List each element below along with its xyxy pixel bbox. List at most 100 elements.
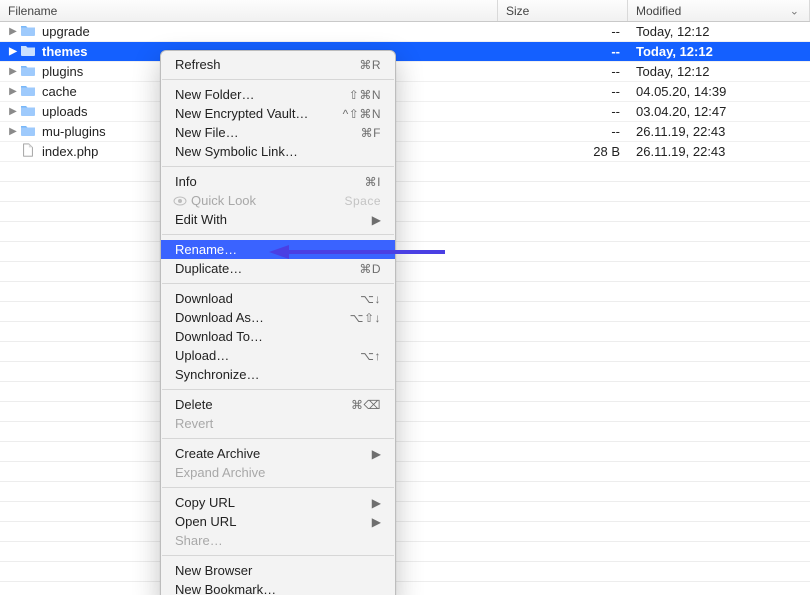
file-name: themes: [42, 44, 88, 59]
menu-item-label: Download As…: [175, 310, 350, 325]
column-header-size[interactable]: Size: [498, 0, 628, 21]
context-menu: Refresh⌘RNew Folder…⇧⌘NNew Encrypted Vau…: [160, 50, 396, 595]
menu-item-label: Expand Archive: [175, 465, 381, 480]
file-name: upgrade: [42, 24, 90, 39]
disclosure-triangle-icon[interactable]: ▶: [8, 46, 18, 57]
menu-item-info[interactable]: Info⌘I: [161, 172, 395, 191]
menu-item-rename[interactable]: Rename…: [161, 240, 395, 259]
menu-separator: [162, 555, 394, 556]
menu-item-shortcut: ⇧⌘N: [349, 88, 381, 102]
folder-icon: [20, 123, 36, 140]
menu-item-label: Duplicate…: [175, 261, 359, 276]
menu-item-shortcut: ⌥↑: [360, 349, 381, 363]
menu-item-synchronize[interactable]: Synchronize…: [161, 365, 395, 384]
disclosure-triangle-icon[interactable]: ▶: [8, 126, 18, 137]
folder-icon: [20, 63, 36, 80]
cell-modified: Today, 12:12: [628, 44, 810, 59]
menu-separator: [162, 234, 394, 235]
menu-item-shortcut: ⌥↓: [360, 292, 381, 306]
menu-separator: [162, 389, 394, 390]
menu-item-refresh[interactable]: Refresh⌘R: [161, 55, 395, 74]
disclosure-triangle-icon[interactable]: ▶: [8, 106, 18, 117]
menu-item-new-encrypted-vault[interactable]: New Encrypted Vault…^⇧⌘N: [161, 104, 395, 123]
menu-item-new-bookmark[interactable]: New Bookmark…: [161, 580, 395, 595]
folder-icon: [20, 83, 36, 100]
menu-item-revert: Revert: [161, 414, 395, 433]
cell-modified: Today, 12:12: [628, 24, 810, 39]
menu-item-label: Share…: [175, 533, 381, 548]
submenu-arrow-icon: ▶: [372, 447, 381, 461]
eye-icon: [173, 196, 189, 206]
folder-row[interactable]: ▶upgrade--Today, 12:12: [0, 22, 810, 42]
menu-separator: [162, 79, 394, 80]
folder-row[interactable]: ▶plugins--Today, 12:12: [0, 62, 810, 82]
submenu-arrow-icon: ▶: [372, 213, 381, 227]
menu-separator: [162, 166, 394, 167]
file-name: index.php: [42, 144, 98, 159]
menu-item-delete[interactable]: Delete⌘⌫: [161, 395, 395, 414]
column-header-label: Modified: [636, 4, 681, 18]
menu-item-shortcut: ⌘F: [361, 126, 381, 140]
menu-item-label: Refresh: [175, 57, 359, 72]
cell-size: --: [498, 44, 628, 59]
disclosure-triangle-icon[interactable]: ▶: [8, 86, 18, 97]
menu-item-create-archive[interactable]: Create Archive▶: [161, 444, 395, 463]
menu-item-new-browser[interactable]: New Browser: [161, 561, 395, 580]
menu-item-label: Rename…: [175, 242, 381, 257]
menu-item-download-to[interactable]: Download To…: [161, 327, 395, 346]
menu-item-label: Quick Look: [191, 193, 344, 208]
menu-item-shortcut: ⌘D: [359, 262, 381, 276]
menu-item-label: Open URL: [175, 514, 372, 529]
column-header-label: Filename: [8, 4, 57, 18]
folder-row[interactable]: ▶uploads--03.04.20, 12:47: [0, 102, 810, 122]
menu-item-label: New Bookmark…: [175, 582, 381, 595]
folder-icon: [20, 103, 36, 120]
menu-item-label: New Folder…: [175, 87, 349, 102]
cell-modified: Today, 12:12: [628, 64, 810, 79]
menu-item-shortcut: Space: [344, 194, 381, 208]
menu-item-label: Download: [175, 291, 360, 306]
sort-indicator-icon: ⌄: [790, 4, 799, 17]
submenu-arrow-icon: ▶: [372, 496, 381, 510]
menu-item-label: New Browser: [175, 563, 381, 578]
menu-item-label: Info: [175, 174, 365, 189]
cell-modified: 26.11.19, 22:43: [628, 144, 810, 159]
disclosure-triangle-icon[interactable]: ▶: [8, 26, 18, 37]
menu-item-upload[interactable]: Upload…⌥↑: [161, 346, 395, 365]
menu-item-new-symbolic-link[interactable]: New Symbolic Link…: [161, 142, 395, 161]
menu-item-label: New Encrypted Vault…: [175, 106, 343, 121]
column-headers: Filename Size Modified ⌄: [0, 0, 810, 22]
column-header-modified[interactable]: Modified ⌄: [628, 0, 810, 21]
column-header-filename[interactable]: Filename: [0, 0, 498, 21]
folder-row[interactable]: ▶ themes --Today, 12:12: [0, 42, 810, 62]
menu-item-label: Revert: [175, 416, 381, 431]
menu-separator: [162, 438, 394, 439]
menu-item-download-as[interactable]: Download As…⌥⇧↓: [161, 308, 395, 327]
menu-item-label: Edit With: [175, 212, 372, 227]
menu-item-edit-with[interactable]: Edit With▶: [161, 210, 395, 229]
menu-item-expand-archive: Expand Archive: [161, 463, 395, 482]
submenu-arrow-icon: ▶: [372, 515, 381, 529]
menu-item-label: Download To…: [175, 329, 381, 344]
menu-item-open-url[interactable]: Open URL▶: [161, 512, 395, 531]
menu-item-new-file[interactable]: New File…⌘F: [161, 123, 395, 142]
folder-row[interactable]: ▶mu-plugins--26.11.19, 22:43: [0, 122, 810, 142]
file-row[interactable]: index.php28 B26.11.19, 22:43: [0, 142, 810, 162]
menu-item-shortcut: ⌥⇧↓: [350, 311, 381, 325]
menu-item-download[interactable]: Download⌥↓: [161, 289, 395, 308]
folder-icon: [20, 23, 36, 40]
menu-separator: [162, 487, 394, 488]
menu-separator: [162, 283, 394, 284]
folder-row[interactable]: ▶cache--04.05.20, 14:39: [0, 82, 810, 102]
menu-item-new-folder[interactable]: New Folder…⇧⌘N: [161, 85, 395, 104]
menu-item-duplicate[interactable]: Duplicate…⌘D: [161, 259, 395, 278]
column-header-label: Size: [506, 4, 529, 18]
menu-item-shortcut: ⌘R: [359, 58, 381, 72]
menu-item-copy-url[interactable]: Copy URL▶: [161, 493, 395, 512]
cell-modified: 26.11.19, 22:43: [628, 124, 810, 139]
file-name: mu-plugins: [42, 124, 106, 139]
menu-item-label: Upload…: [175, 348, 360, 363]
file-name: plugins: [42, 64, 83, 79]
menu-item-label: Copy URL: [175, 495, 372, 510]
disclosure-triangle-icon[interactable]: ▶: [8, 66, 18, 77]
